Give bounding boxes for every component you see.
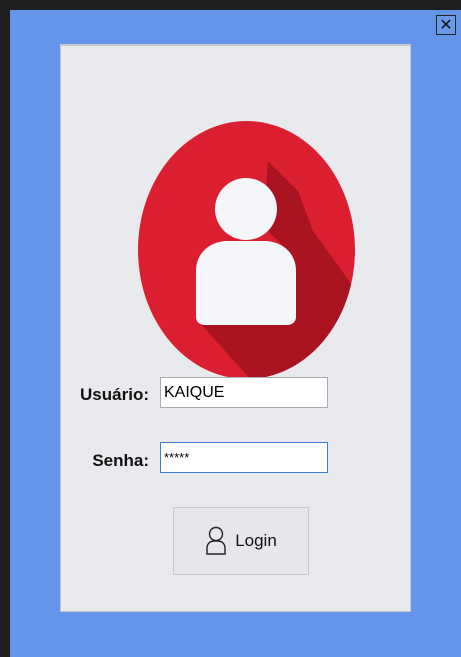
username-label: Usuário: xyxy=(80,385,149,404)
user-avatar-icon xyxy=(138,121,355,379)
password-input[interactable] xyxy=(160,442,328,473)
login-panel: Usuário: Senha: Login xyxy=(60,44,411,612)
desktop-frame: ✕ Usuário: Senha: xyxy=(0,0,461,657)
username-input[interactable] xyxy=(160,377,328,408)
close-button[interactable]: ✕ xyxy=(436,15,456,35)
login-button-label: Login xyxy=(235,531,277,550)
password-label: Senha: xyxy=(92,451,149,470)
close-icon: ✕ xyxy=(439,15,453,34)
user-outline-icon xyxy=(206,526,226,555)
login-button[interactable]: Login xyxy=(173,507,309,575)
